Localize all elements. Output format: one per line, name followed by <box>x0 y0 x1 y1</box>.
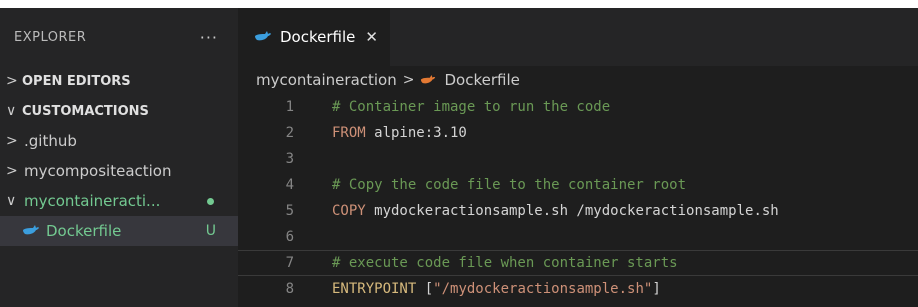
code-line: 5 COPY mydockeractionsample.sh /mydocker… <box>238 198 918 224</box>
line-number: 5 <box>285 203 294 219</box>
code-text: [ <box>416 281 434 297</box>
breadcrumb-separator: > <box>402 72 415 88</box>
code-line: 6 <box>238 224 918 250</box>
code-line: 4 # Copy the code file to the container … <box>238 172 918 198</box>
code-comment: # execute code file when container start… <box>332 255 678 271</box>
tree-item-label: .github <box>24 132 77 150</box>
code-line-current: 7 # execute code file when container sta… <box>238 250 918 276</box>
tree-item-label: Dockerfile <box>46 222 122 240</box>
code-keyword: FROM <box>332 125 366 141</box>
docker-whale-icon <box>254 28 272 46</box>
window-top-edge <box>0 0 918 8</box>
close-icon[interactable]: ✕ <box>365 28 378 46</box>
line-number: 4 <box>285 177 294 193</box>
chevron-right-icon: > <box>6 163 18 179</box>
line-number: 2 <box>285 125 294 141</box>
docker-whale-icon <box>22 222 40 240</box>
editor-pane: Dockerfile ✕ mycontaineraction > Dockerf… <box>238 8 918 307</box>
section-label: OPEN EDITORS <box>22 73 131 89</box>
code-string: "/mydockeractionsample.sh" <box>433 281 653 297</box>
line-number: 3 <box>285 151 294 167</box>
breadcrumb: mycontaineraction > Dockerfile <box>238 66 918 94</box>
explorer-sidebar: EXPLORER ··· > OPEN EDITORS ∨ CUSTOMACTI… <box>0 8 238 307</box>
section-open-editors[interactable]: > OPEN EDITORS <box>0 66 238 96</box>
section-label: CUSTOMACTIONS <box>22 103 149 119</box>
code-line: 8 ENTRYPOINT ["/mydockeractionsample.sh"… <box>238 276 918 302</box>
more-actions-icon[interactable]: ··· <box>200 28 218 47</box>
tree-item-mycompositeaction[interactable]: > mycompositeaction <box>0 156 238 186</box>
code-text: mydockeractionsample.sh /mydockeractions… <box>365 203 779 219</box>
line-number: 8 <box>285 281 294 297</box>
section-customactions[interactable]: ∨ CUSTOMACTIONS <box>0 96 238 126</box>
tree-item-label: mycompositeaction <box>24 162 172 180</box>
line-number: 7 <box>285 255 294 271</box>
code-area[interactable]: 1 # Container image to run the code 2 FR… <box>238 94 918 302</box>
chevron-down-icon: ∨ <box>6 103 17 119</box>
chevron-down-icon: ∨ <box>6 193 17 209</box>
line-number: 6 <box>285 229 294 245</box>
docker-whale-icon <box>420 71 438 89</box>
code-text: ] <box>652 281 661 297</box>
code-comment: # Container image to run the code <box>332 99 611 115</box>
code-keyword: ENTRYPOINT <box>332 281 417 297</box>
explorer-title: EXPLORER <box>14 29 87 45</box>
code-comment: # Copy the code file to the container ro… <box>332 177 687 193</box>
modified-dot-icon <box>207 197 214 205</box>
tab-bar: Dockerfile ✕ <box>238 8 918 66</box>
code-text: alpine:3.10 <box>365 125 467 141</box>
chevron-right-icon: > <box>6 73 18 89</box>
tree-item-dockerfile[interactable]: Dockerfile U <box>0 216 238 246</box>
explorer-header: EXPLORER ··· <box>0 8 238 66</box>
vscode-window: EXPLORER ··· > OPEN EDITORS ∨ CUSTOMACTI… <box>0 0 918 307</box>
chevron-right-icon: > <box>6 133 18 149</box>
tree-item-label: mycontaineracti... <box>24 192 161 210</box>
code-line: 2 FROM alpine:3.10 <box>238 120 918 146</box>
line-number: 1 <box>285 99 294 115</box>
breadcrumb-folder[interactable]: mycontaineraction <box>256 71 397 89</box>
tree-item-github[interactable]: > .github <box>0 126 238 156</box>
code-line: 1 # Container image to run the code <box>238 94 918 120</box>
code-keyword: COPY <box>332 203 366 219</box>
tree-item-mycontaineraction[interactable]: ∨ mycontaineracti... <box>0 186 238 216</box>
untracked-badge: U <box>205 223 216 239</box>
tab-dockerfile[interactable]: Dockerfile ✕ <box>238 8 390 66</box>
code-line: 3 <box>238 146 918 172</box>
tab-label: Dockerfile <box>280 28 356 46</box>
breadcrumb-file[interactable]: Dockerfile <box>444 71 519 89</box>
